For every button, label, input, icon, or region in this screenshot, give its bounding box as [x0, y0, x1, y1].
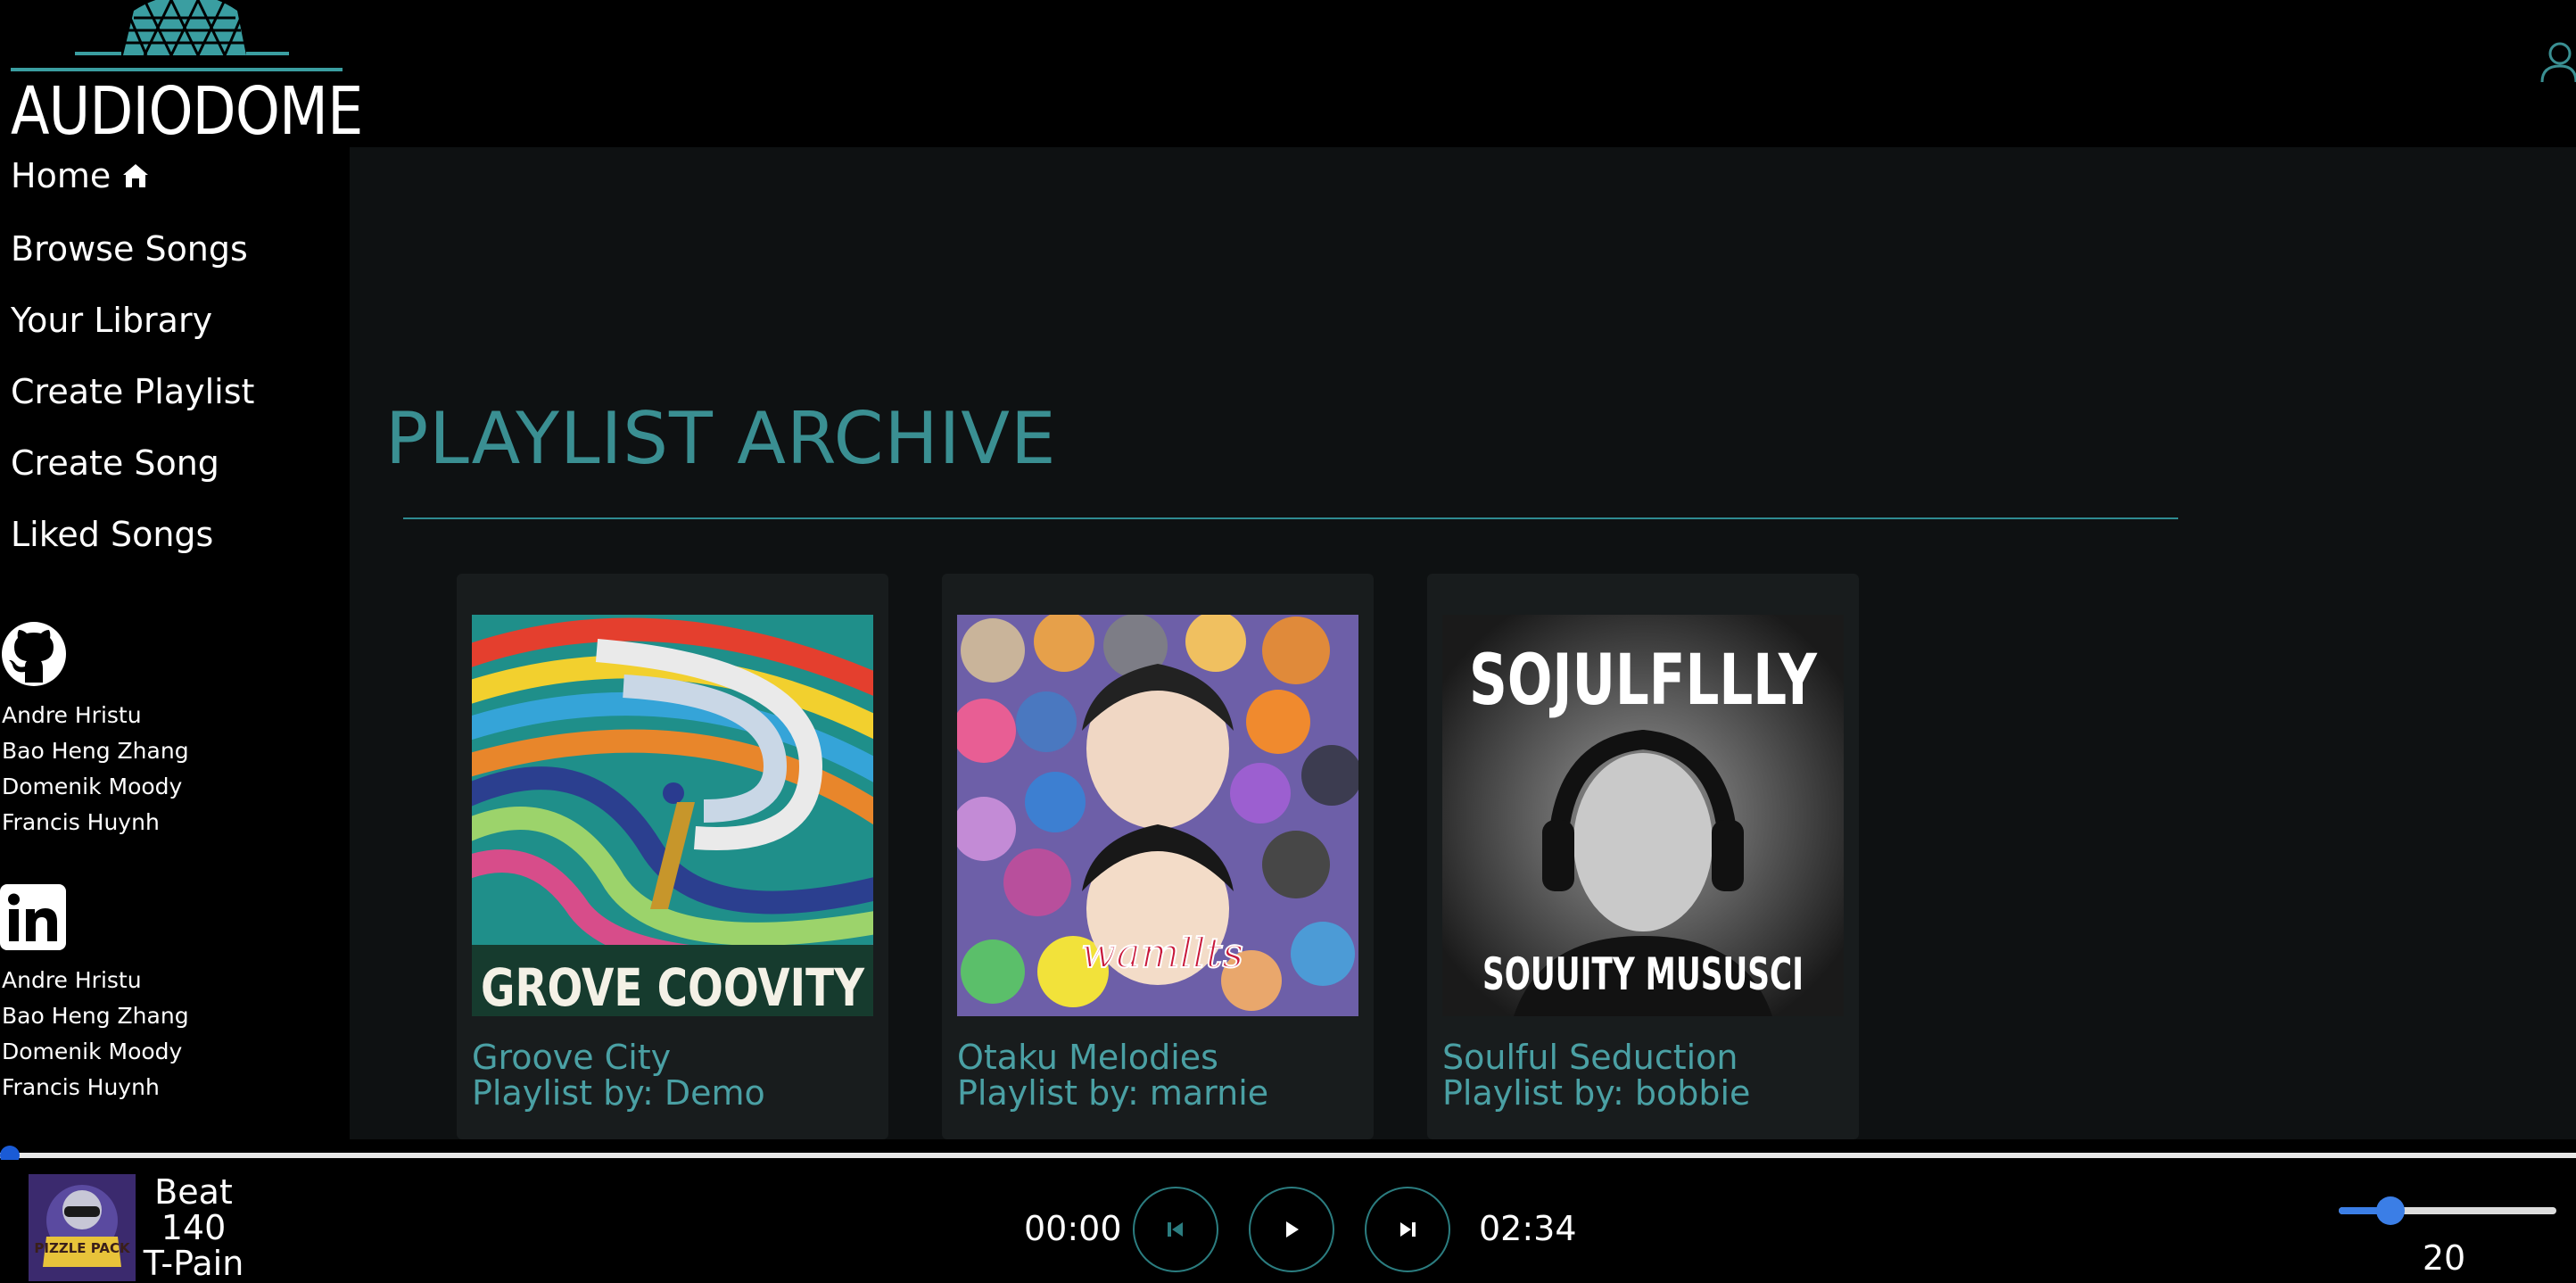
title-divider [403, 517, 2178, 519]
playlist-title: Groove City [472, 1038, 672, 1077]
cover-text-top: SOJULFLLLY [1469, 641, 1818, 721]
now-playing-cover: PIZZLE PACK [29, 1174, 136, 1281]
nav-home[interactable]: Home [11, 156, 150, 195]
playlist-owner: Playlist by: bobbie [1442, 1073, 1751, 1113]
main-content: PLAYLIST ARCHIVE GROVE COOVITY Groove Ci… [350, 147, 2576, 1139]
duration: 02:34 [1479, 1209, 1577, 1248]
page-title: PLAYLIST ARCHIVE [385, 397, 1057, 480]
playlist-owner: Playlist by: Demo [472, 1073, 765, 1113]
nav-liked-songs[interactable]: Liked Songs [11, 515, 213, 554]
track-title: Beat [154, 1172, 233, 1212]
app-logo[interactable]: AUDIODOME [11, 0, 363, 150]
app-name: AUDIODOME [11, 73, 363, 150]
cover-text-bottom: SOUUITY MUSUSCI [1482, 948, 1804, 1000]
linkedin-icon[interactable] [0, 884, 66, 950]
nav-browse-songs[interactable]: Browse Songs [11, 229, 248, 269]
github-credit-2[interactable]: Bao Heng Zhang [2, 738, 189, 764]
cover-text: wamllts [1081, 929, 1243, 977]
track-bpm: 140 [161, 1208, 227, 1247]
skip-back-icon [1168, 1222, 1183, 1237]
skip-forward-button[interactable] [1365, 1187, 1450, 1272]
playlist-card-otaku-melodies[interactable]: wamllts Otaku Melodies Playlist by: marn… [942, 574, 1374, 1139]
now-playing-info: Beat 140 T-Pain [134, 1174, 253, 1281]
home-icon [123, 164, 149, 187]
playlist-card-soulful-seduction[interactable]: SOJULFLLLY SOUUITY MUSUSCI Soulful Seduc… [1427, 574, 1859, 1139]
nav-home-label: Home [11, 156, 111, 195]
nav-create-playlist-label: Create Playlist [11, 372, 255, 411]
github-credit-3[interactable]: Domenik Moody [2, 774, 182, 799]
nav-browse-songs-label: Browse Songs [11, 229, 248, 269]
nav-create-song[interactable]: Create Song [11, 443, 219, 483]
play-button[interactable] [1249, 1187, 1334, 1272]
playlist-title: Soulful Seduction [1442, 1038, 1738, 1077]
nav-your-library[interactable]: Your Library [11, 301, 212, 340]
nav-create-song-label: Create Song [11, 443, 219, 483]
playlist-cover: SOJULFLLLY SOUUITY MUSUSCI [1442, 615, 1844, 1016]
skip-back-button[interactable] [1133, 1187, 1218, 1272]
github-credit-4[interactable]: Francis Huynh [2, 809, 160, 835]
volume-slider-thumb[interactable] [2376, 1196, 2406, 1225]
dome-logo-icon [11, 0, 343, 71]
linkedin-credit-1[interactable]: Andre Hristu [2, 967, 142, 993]
user-icon [2540, 42, 2576, 83]
cover-text: PIZZLE PACK [34, 1240, 131, 1256]
current-time: 00:00 [1024, 1209, 1122, 1248]
linkedin-credit-4[interactable]: Francis Huynh [2, 1074, 160, 1100]
nav-create-playlist[interactable]: Create Playlist [11, 372, 254, 411]
sidebar: Home Browse Songs Your Library Create Pl… [0, 147, 348, 1139]
track-artist: T-Pain [143, 1244, 244, 1283]
nav-liked-songs-label: Liked Songs [11, 515, 214, 554]
linkedin-credit-2[interactable]: Bao Heng Zhang [2, 1003, 189, 1029]
playlist-card-groove-city[interactable]: GROVE COOVITY Groove City Playlist by: D… [457, 574, 888, 1139]
linkedin-credit-3[interactable]: Domenik Moody [2, 1039, 182, 1064]
user-menu-button[interactable] [2537, 39, 2576, 84]
playlist-title: Otaku Melodies [957, 1038, 1218, 1077]
github-credit-1[interactable]: Andre Hristu [2, 702, 142, 728]
playlist-cover: GROVE COOVITY [472, 615, 873, 1016]
skip-forward-icon [1400, 1222, 1416, 1237]
cover-text: GROVE COOVITY [481, 957, 865, 1016]
play-icon [1286, 1221, 1299, 1237]
playlist-owner: Playlist by: marnie [957, 1073, 1269, 1113]
player-bar: PIZZLE PACK Beat 140 T-Pain 00:00 02:34 … [0, 1160, 2576, 1283]
volume-value: 20 [2422, 1238, 2466, 1278]
song-progress-track[interactable] [0, 1153, 2576, 1158]
nav-your-library-label: Your Library [11, 301, 213, 340]
playlist-cover: wamllts [957, 615, 1358, 1016]
github-icon[interactable] [0, 620, 66, 686]
